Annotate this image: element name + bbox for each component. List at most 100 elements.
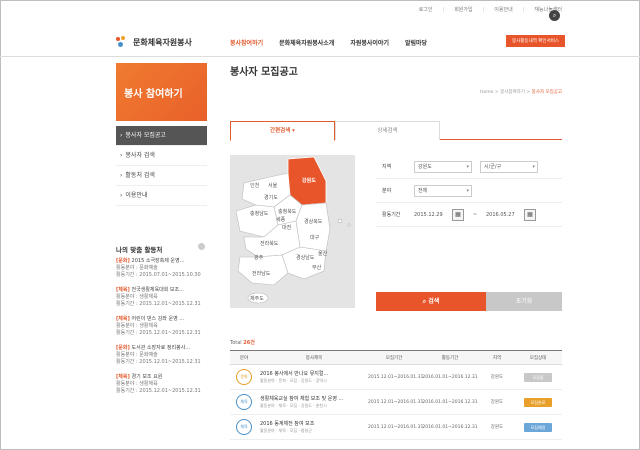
row-recruit-period: 2015.12.01~2016.01.31 (368, 424, 424, 430)
breadcrumb-current: 봉사자 모집공고 (531, 90, 562, 95)
field-select[interactable]: 전체 (414, 184, 472, 197)
row-region: 강원도 (490, 425, 504, 430)
field-label: 분야 (382, 188, 392, 194)
row-title[interactable]: 2016 동계체전 참여 보조 (260, 421, 368, 428)
nav-about[interactable]: 문화체육자원봉사소개 (279, 38, 334, 47)
region-label: 지역 (382, 164, 392, 170)
search-icon: ⌕ (422, 298, 427, 305)
my-activity-list: [문화] 2015 소극장축제 운영... 활동분야 : 문화예술 활동기간 :… (116, 258, 211, 403)
guide-link[interactable]: 이용안내 (494, 6, 512, 13)
item-tag: [체육] (116, 374, 130, 380)
list-item[interactable]: [문화] 도서관 소장자료 정리봉사... 활동분야 : 문화예술 활동기간 :… (116, 345, 211, 366)
nav-volunteer[interactable]: 봉사참여하기 (230, 38, 263, 47)
row-activity-period: 2016.01.01~2016.12.31 (422, 374, 478, 380)
row-subtitle: 활동분야 · 체육 · 모집 · 평창군 (260, 427, 312, 433)
my-activity-title-text: 나의 맞춤 활동처 (116, 246, 163, 254)
row-activity-period: 2016.01.01~2016.12.31 (422, 424, 478, 430)
header-status: 모집상태 (529, 355, 547, 361)
item-period: 활동기간 : 2015.12.01~2015.12.31 (116, 301, 201, 307)
label-jeonnam: 전라남도 (252, 270, 271, 277)
label-incheon: 인천 (250, 182, 260, 189)
results-table: 분야 봉사제목 모집기간 활동기간 지역 모집상태 문화 2016 봉사에서 만… (230, 350, 562, 440)
search-icon[interactable]: ⌕ (549, 10, 560, 21)
main-nav: 봉사참여하기 문화체육자원봉사소개 자원봉사이야기 알림마당 (230, 38, 427, 47)
signup-link[interactable]: 회원가입 (454, 6, 472, 13)
item-tag: [체육] (116, 316, 130, 322)
list-item[interactable]: [체육] 어린이 댄스 강좌 운영 ... 활동분야 : 생활체육 활동기간 :… (116, 316, 211, 337)
field-badge: 체육 (236, 394, 252, 410)
label-gangwon: 강원도 (302, 177, 316, 184)
date-to-field[interactable]: 2016.05.27 (486, 209, 524, 221)
region-row: 지역 강원도 시/군/구 (376, 155, 562, 179)
table-row[interactable]: 문화 2016 봉사에서 만나요 뮤지컬... 활동분야 · 문화 · 모집 ·… (230, 365, 562, 390)
label-gyeongnam: 경상남도 (296, 254, 315, 261)
sidebar-item-guide[interactable]: 이용안내 (116, 186, 207, 206)
reset-button[interactable]: 초기화 (486, 292, 562, 311)
my-activity-title: 나의 맞춤 활동처 (116, 243, 207, 254)
row-recruit-period: 2015.12.01~2016.01.31 (368, 399, 424, 405)
status-badge: 모집예정 (524, 422, 552, 432)
calendar-icon[interactable]: ▦ (452, 208, 464, 221)
list-item[interactable]: [체육] 경기 보조 요원 활동분야 : 생활체육 활동기간 : 2015.12… (116, 374, 211, 395)
row-subtitle: 활동분야 · 문화 · 모집 · 강원도 · 광역시 (260, 377, 327, 383)
label-gwangju: 광주 (254, 254, 264, 261)
status-badge: 모집중 (524, 372, 552, 382)
site-name: 문화체육자원봉사 (133, 37, 192, 47)
gear-icon[interactable] (198, 243, 205, 250)
row-subtitle: 활동분야 · 체육 · 모집 · 강원도 · 춘천시 (260, 402, 327, 408)
tab-simple-search[interactable]: 간편검색 ▾ (230, 121, 335, 141)
item-period: 활동기간 : 2015.12.01~2015.12.31 (116, 359, 201, 365)
korea-map: 강원도 서울 경기도 인천 충청북도 충청남도 세종 대전 경상북도 대구 전라… (230, 155, 355, 308)
nav-notice[interactable]: 알림마당 (405, 38, 427, 47)
row-title[interactable]: 생활체육교실 참여 체험 보조 및 운영 ... (260, 396, 368, 403)
breadcrumb-home[interactable]: Home (480, 90, 493, 95)
label-ulsan: 울산 (318, 250, 328, 257)
label-sejong: 세종 (276, 216, 286, 223)
search-button[interactable]: ⌕ 검색 (376, 292, 486, 311)
table-row[interactable]: 체육 2016 동계체전 참여 보조 활동분야 · 체육 · 모집 · 평창군 … (230, 415, 562, 440)
list-item[interactable]: [체육] 전국생활체육대회 보조... 활동분야 : 생활체육 활동기간 : 2… (116, 287, 211, 308)
nav-stories[interactable]: 자원봉사이야기 (350, 38, 389, 47)
row-region: 강원도 (490, 400, 504, 405)
top-utility-links: 로그인 | 회원가입 | 이용안내 | 재능나눔센터 (418, 6, 562, 14)
site-header: 문화체육자원봉사 봉사참여하기 문화체육자원봉사소개 자원봉사이야기 알림마당 … (115, 30, 565, 54)
promo-button[interactable]: 봉사활동내역 확인서비스 (506, 35, 565, 47)
row-title[interactable]: 2016 봉사에서 만나요 뮤지컬... (260, 371, 368, 378)
breadcrumb-section[interactable]: 봉사참여하기 (500, 90, 525, 95)
label-daejeon: 대전 (282, 224, 292, 231)
item-tag: [체육] (116, 287, 130, 293)
district-select[interactable]: 시/군/구 (480, 160, 538, 173)
login-link[interactable]: 로그인 (419, 6, 433, 13)
item-field: 활동분야 : 생활체육 (116, 381, 158, 387)
site-logo[interactable]: 문화체육자원봉사 (115, 36, 192, 48)
logo-icon (115, 36, 129, 48)
table-row[interactable]: 체육 생활체육교실 참여 체험 보조 및 운영 ... 활동분야 · 체육 · … (230, 390, 562, 415)
label-seoul: 서울 (268, 182, 278, 189)
search-button-label: 검색 (428, 298, 440, 305)
label-daegu: 대구 (310, 234, 320, 241)
calendar-icon[interactable]: ▦ (524, 208, 536, 221)
sidebar-item-place-search[interactable]: 활동처 검색 (116, 166, 207, 186)
list-item[interactable]: [문화] 2015 소극장축제 운영... 활동분야 : 문화예술 활동기간 :… (116, 258, 211, 279)
table-header: 분야 봉사제목 모집기간 활동기간 지역 모집상태 (230, 351, 562, 365)
item-field: 활동분야 : 문화예술 (116, 352, 158, 358)
label-gyeonggi: 경기도 (264, 194, 278, 201)
sidebar-item-recruit[interactable]: 봉사자 모집공고 (116, 126, 207, 146)
header-region: 지역 (492, 355, 502, 361)
sidebar-item-volunteer-search[interactable]: 봉사자 검색 (116, 146, 207, 166)
field-row: 분야 전체 (376, 179, 562, 203)
item-tag: [문화] (116, 345, 130, 351)
search-form: 지역 강원도 시/군/구 분야 전체 활동기간 2015.12.29 ▦ ~ 2… (376, 155, 562, 227)
item-field: 활동분야 : 생활체육 (116, 294, 158, 300)
tab-detail-search[interactable]: 상세검색 (335, 121, 440, 140)
region-select[interactable]: 강원도 (414, 160, 472, 173)
header-divider (0, 56, 640, 57)
item-field: 활동분야 : 문화예술 (116, 265, 158, 271)
region-gyeongbuk[interactable] (295, 202, 331, 252)
date-separator: ~ (472, 211, 478, 218)
side-nav: 봉사자 모집공고 봉사자 검색 활동처 검색 이용안내 (116, 126, 207, 206)
status-badge: 모집완료 (524, 397, 552, 407)
date-from-field[interactable]: 2015.12.29 (414, 209, 452, 221)
period-row: 활동기간 2015.12.29 ▦ ~ 2016.05.27 ▦ (376, 203, 562, 227)
region-map[interactable]: 강원도 서울 경기도 인천 충청북도 충청남도 세종 대전 경상북도 대구 전라… (230, 155, 355, 308)
